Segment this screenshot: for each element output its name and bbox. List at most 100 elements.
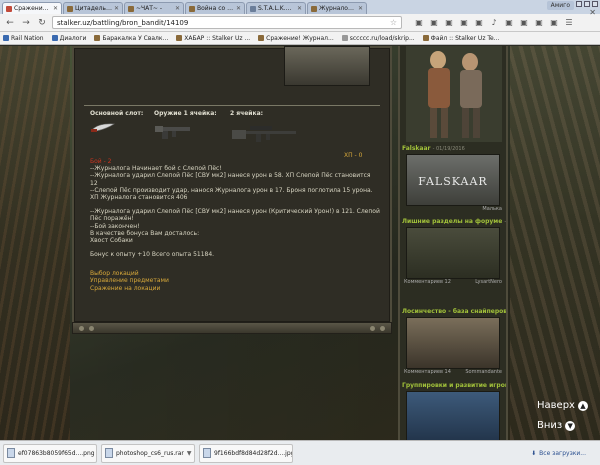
download-item[interactable]: photoshop_cs6_rus.rar ▼ xyxy=(101,443,195,463)
news-thumbnail[interactable] xyxy=(406,391,500,440)
tab-close-icon[interactable]: ✕ xyxy=(236,5,241,12)
bookmark-6[interactable]: Файл :: Stalker Uz Te... xyxy=(422,34,500,42)
download-item[interactable]: ef07863b8059f65d....png▼ xyxy=(3,443,97,463)
tab-close-icon[interactable]: ✕ xyxy=(53,5,58,12)
bookmark-favicon-icon xyxy=(176,35,183,41)
tab-title: Сражение! Журналога пр xyxy=(14,5,51,12)
bookmark-favicon-icon xyxy=(3,35,9,41)
battle-log-line: Бонус к опыту +10 Всего опыта 51184. xyxy=(90,251,215,259)
action-link-1[interactable]: Управление предметами xyxy=(90,277,169,284)
news-author: Малька xyxy=(482,206,502,212)
action-link-0[interactable]: Выбор локаций xyxy=(90,270,169,277)
close-window-button[interactable] xyxy=(592,1,598,7)
close-downloads-icon[interactable]: ✕ xyxy=(589,8,596,17)
scroll-up-button[interactable]: Наверх ▲ xyxy=(537,400,588,411)
music-icon[interactable]: ♪ xyxy=(489,18,499,28)
forward-icon[interactable]: → xyxy=(20,17,32,29)
tab-4[interactable]: S.T.A.L.K.E.R. Группировки✕ xyxy=(246,2,306,14)
location-image xyxy=(284,46,370,86)
bookmark-favicon-icon xyxy=(258,35,265,41)
knife-icon[interactable] xyxy=(90,121,118,135)
news-item[interactable]: Falskaar - 01/19/2016 FALSKAAR Малька xyxy=(400,145,506,212)
bookmark-3[interactable]: ХАБАР :: Stalker Uz ... xyxy=(176,35,250,42)
tab-favicon-icon xyxy=(189,5,195,12)
tab-3[interactable]: Война со Тараз✕ xyxy=(185,2,245,14)
bookmark-label: Сражение! Журнал... xyxy=(266,34,334,42)
extension-icon-5[interactable]: ▣ xyxy=(474,18,484,28)
profile-button[interactable]: Амиго xyxy=(546,1,574,10)
action-link-2[interactable]: Сражение на локации xyxy=(90,285,169,292)
bookmark-favicon-icon xyxy=(341,35,348,41)
extension-icon-4[interactable]: ▣ xyxy=(459,18,469,28)
bookmark-2[interactable]: Баракалка У Свалк... xyxy=(94,35,168,42)
extension-icon-6[interactable]: ▣ xyxy=(504,18,514,28)
bookmark-0[interactable]: Rail Nation xyxy=(3,35,44,42)
bookmark-label: Диалоги xyxy=(59,34,87,42)
tab-0[interactable]: Сражение! Журналога пр✕ xyxy=(2,2,62,14)
news-footer: Комментариев 14 Sommandante xyxy=(400,369,506,375)
download-filename: photoshop_cs6_rus.rar xyxy=(116,449,184,457)
scroll-down-button[interactable]: Вниз ▼ xyxy=(537,420,576,431)
battle-log: Бой - 2 --Журналога Начинает бой с Слепо… xyxy=(90,158,380,258)
tab-1[interactable]: Цитадель Ордена с Форум✕ xyxy=(63,2,123,14)
news-item[interactable]: Лосинчество - база снайперов - 01/18/201… xyxy=(400,308,506,375)
news-footer: Комментариев 12 LysartNero xyxy=(400,279,506,285)
maximize-button[interactable] xyxy=(584,1,590,7)
file-icon xyxy=(7,448,15,458)
bookmark-favicon-icon xyxy=(51,35,58,41)
news-author: LysartNero xyxy=(475,279,502,285)
battle-log-heading: Бой - 2 xyxy=(90,158,114,165)
bookmark-1[interactable]: Диалоги xyxy=(51,34,87,42)
main-slot: Основной слот: xyxy=(90,110,143,137)
downloads-bar: ef07863b8059f65d....png▼photoshop_cs6_ru… xyxy=(0,440,600,465)
shotgun-icon[interactable] xyxy=(154,121,194,143)
stalkers-artwork xyxy=(406,46,502,142)
news-title[interactable]: Группировки и развитие игрока xyxy=(402,382,506,389)
battle-log-line: --Журналога ударил Слепой Пёс [СВУ мк2] … xyxy=(90,172,373,187)
download-menu-icon[interactable]: ▼ xyxy=(187,450,192,457)
page-content: Основной слот: Оружие 1 ячейка: 2 ячейка… xyxy=(0,46,600,440)
news-date: - 01/19/2016 xyxy=(432,146,465,152)
tab-close-icon[interactable]: ✕ xyxy=(175,5,180,12)
minimize-button[interactable] xyxy=(576,1,582,7)
news-thumbnail[interactable] xyxy=(406,317,500,369)
download-item[interactable]: 9f166bdf8d84d28f2d....jpg▼ xyxy=(199,443,293,463)
news-title[interactable]: Falskaar xyxy=(402,145,430,152)
news-title[interactable]: Лишние разделы на форуме xyxy=(402,218,502,225)
tab-close-icon[interactable]: ✕ xyxy=(297,5,302,12)
back-icon[interactable]: ← xyxy=(4,17,16,29)
log-gap xyxy=(90,244,380,251)
address-bar[interactable]: stalker.uz/battling/bron_bandit/14109 ☆ xyxy=(52,16,402,29)
tab-close-icon[interactable]: ✕ xyxy=(358,5,363,12)
tab-close-icon[interactable]: ✕ xyxy=(114,5,119,12)
bookmark-4[interactable]: Сражение! Журнал... xyxy=(258,35,334,42)
extension-icon-7[interactable]: ▣ xyxy=(519,18,529,28)
extension-icon-8[interactable]: ▣ xyxy=(534,18,544,28)
menu-icon[interactable]: ☰ xyxy=(564,18,574,28)
battle-log-line: Хвост Собаки xyxy=(90,237,133,245)
address-text: stalker.uz/battling/bron_bandit/14109 xyxy=(57,18,189,27)
news-item[interactable]: Лишние разделы на форуме - 01/18/2015 Ком… xyxy=(400,218,506,285)
sniper-rifle-icon[interactable] xyxy=(230,121,300,147)
news-thumbnail[interactable]: FALSKAAR xyxy=(406,154,500,206)
news-thumbnail[interactable] xyxy=(406,227,500,279)
extension-icon-3[interactable]: ▣ xyxy=(444,18,454,28)
reload-icon[interactable]: ↻ xyxy=(36,17,48,29)
tab-2[interactable]: ~ЧАТ~ - ✕ xyxy=(124,2,184,14)
bookmark-label: Файл :: Stalker Uz Te... xyxy=(430,34,500,42)
tab-5[interactable]: Журналога - 49 уровень✕ xyxy=(307,2,367,14)
battle-log-line: --Журналога Начинает бой с Слепой Пёс! xyxy=(90,165,222,173)
bookmark-5[interactable]: sccccc.ru/load/skrip... xyxy=(341,35,415,42)
news-item[interactable]: Группировки и развитие игрока - 01/18/20… xyxy=(400,382,506,440)
bookmark-star-icon[interactable]: ☆ xyxy=(390,18,397,27)
news-title-row: Falskaar - 01/19/2016 xyxy=(400,145,506,152)
panel-footer xyxy=(72,322,392,334)
extension-icon-1[interactable]: ▣ xyxy=(414,18,424,28)
all-downloads-link[interactable]: ⬇ Все загрузки... xyxy=(531,450,586,457)
news-title[interactable]: Лосинчество - база снайперов xyxy=(402,308,506,315)
divider xyxy=(84,105,380,106)
battle-log-line: --Слепой Пёс производит удар, нанося Жур… xyxy=(90,186,375,202)
extension-icon-9[interactable]: ▣ xyxy=(549,18,559,28)
extension-icon-2[interactable]: ▣ xyxy=(429,18,439,28)
tab-title: Цитадель Ордена с Форум xyxy=(75,5,112,12)
